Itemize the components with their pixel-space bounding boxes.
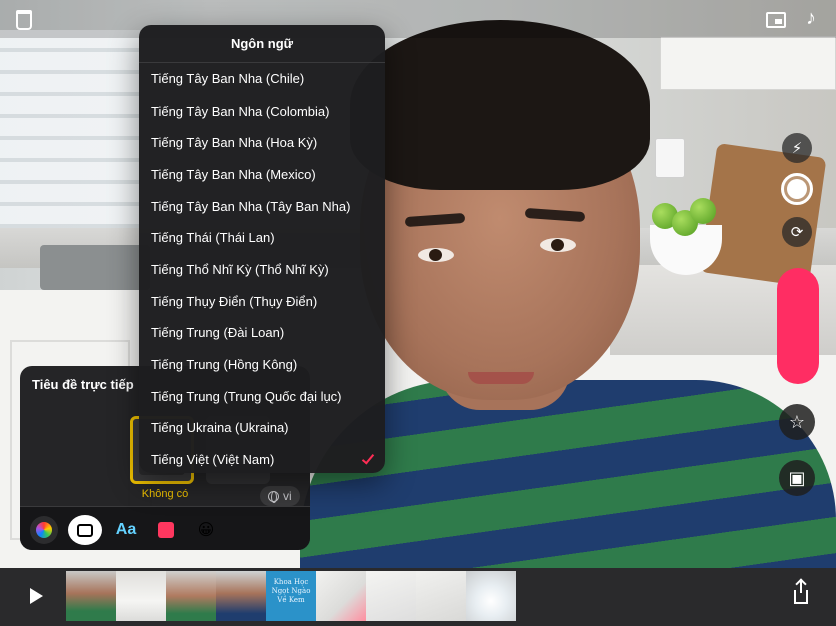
- play-icon[interactable]: [30, 588, 43, 604]
- emoji-button[interactable]: 😀: [192, 516, 220, 544]
- language-option[interactable]: Tiếng Thổ Nhĩ Kỳ (Thổ Nhĩ Kỳ): [139, 253, 385, 285]
- wall-outlet: [655, 138, 685, 178]
- text-button[interactable]: Aa: [112, 516, 140, 544]
- language-option-label: Tiếng Trung (Hồng Kông): [151, 357, 298, 373]
- shutter-icon[interactable]: [781, 173, 813, 205]
- timeline-clip[interactable]: [216, 571, 266, 621]
- share-icon[interactable]: [794, 580, 808, 604]
- upper-cabinet: [660, 36, 836, 90]
- language-list: Tiếng Tây Ban Nha (Chile) Tiếng Tây Ban N…: [139, 63, 385, 473]
- flash-icon[interactable]: ⚡: [782, 133, 812, 163]
- music-icon[interactable]: ♪: [806, 8, 816, 28]
- speech-bubble-icon: [77, 523, 93, 537]
- trash-icon[interactable]: [16, 10, 32, 30]
- live-titles-heading: Tiêu đề trực tiếp: [32, 377, 134, 392]
- language-option[interactable]: Tiếng Trung (Hồng Kông): [139, 348, 385, 380]
- timeline-title-clip[interactable]: Khoa Học Ngọt Ngào Về Kem: [266, 571, 316, 621]
- language-option-label: Tiếng Việt (Việt Nam): [151, 452, 275, 468]
- record-button[interactable]: [777, 268, 819, 384]
- title-style-label: Không có: [141, 488, 189, 500]
- timeline-clip[interactable]: [316, 571, 366, 621]
- live-titles-button[interactable]: [68, 515, 102, 545]
- language-option[interactable]: Tiếng Thái (Thái Lan): [139, 221, 385, 253]
- language-option-label: Tiếng Ukraina (Ukraina): [151, 420, 289, 436]
- language-code: vi: [283, 489, 292, 503]
- language-option[interactable]: Tiếng Trung (Trung Quốc đại lục): [139, 380, 385, 412]
- top-bar: [0, 0, 836, 38]
- apple: [690, 198, 716, 224]
- language-option-label: Tiếng Tây Ban Nha (Hoa Kỳ): [151, 135, 318, 151]
- kitchen-window: [0, 30, 140, 230]
- timeline-clip[interactable]: [466, 571, 516, 621]
- person-hair: [350, 20, 650, 190]
- color-wheel-icon: [36, 522, 52, 538]
- language-option-label: Tiếng Thổ Nhĩ Kỳ (Thổ Nhĩ Kỳ): [151, 261, 329, 277]
- mouth: [468, 372, 534, 384]
- timeline-clip[interactable]: [116, 571, 166, 621]
- sticker-icon: [158, 522, 174, 538]
- timeline-clip[interactable]: [416, 571, 466, 621]
- eye: [540, 238, 576, 252]
- effects-toolbar: Aa 😀: [20, 506, 310, 550]
- language-option-label: Tiếng Tây Ban Nha (Colombia): [151, 103, 330, 119]
- sink: [40, 245, 150, 290]
- photo-library-icon[interactable]: ▣: [779, 460, 815, 496]
- stickers-button[interactable]: [152, 516, 180, 544]
- language-option[interactable]: Tiếng Tây Ban Nha (Mexico): [139, 158, 385, 190]
- timeline-clip[interactable]: [366, 571, 416, 621]
- language-option-label: Tiếng Tây Ban Nha (Mexico): [151, 166, 316, 182]
- globe-icon: [268, 490, 279, 503]
- cutting-board: [699, 142, 827, 288]
- language-option[interactable]: Tiếng Trung (Đài Loan): [139, 317, 385, 349]
- language-option[interactable]: Tiếng Tây Ban Nha (Colombia): [139, 95, 385, 127]
- language-option-label: Tiếng Trung (Đài Loan): [151, 325, 285, 341]
- language-button[interactable]: vi: [260, 486, 300, 506]
- language-option[interactable]: Tiếng Việt (Việt Nam): [139, 443, 385, 473]
- timeline-bar: Khoa Học Ngọt Ngào Về Kem: [0, 568, 836, 626]
- language-option[interactable]: Tiếng Tây Ban Nha (Tây Ban Nha): [139, 190, 385, 222]
- filters-button[interactable]: [30, 516, 58, 544]
- screen-icon[interactable]: [766, 12, 786, 28]
- language-option[interactable]: Tiếng Tây Ban Nha (Chile): [139, 63, 385, 95]
- checkmark-icon: [361, 451, 375, 465]
- timeline-clip[interactable]: [166, 571, 216, 621]
- language-option-label: Tiếng Thái (Thái Lan): [151, 230, 275, 246]
- language-option[interactable]: Tiếng Thụy Điển (Thụy Điển): [139, 285, 385, 317]
- language-option-label: Tiếng Thụy Điển (Thụy Điển): [151, 293, 318, 309]
- language-menu: Ngôn ngữ Tiếng Tây Ban Nha (Chile) Tiếng …: [139, 25, 385, 473]
- language-option-label: Tiếng Trung (Trung Quốc đại lục): [151, 388, 342, 404]
- flip-camera-icon[interactable]: ⟳: [782, 217, 812, 247]
- language-option[interactable]: Tiếng Tây Ban Nha (Hoa Kỳ): [139, 126, 385, 158]
- language-option[interactable]: Tiếng Ukraina (Ukraina): [139, 412, 385, 444]
- language-option-label: Tiếng Tây Ban Nha (Tây Ban Nha): [151, 198, 351, 214]
- effects-star-icon[interactable]: ☆: [779, 404, 815, 440]
- eye: [418, 248, 454, 262]
- language-option-label: Tiếng Tây Ban Nha (Chile): [151, 71, 305, 87]
- language-menu-title: Ngôn ngữ: [139, 25, 385, 63]
- timeline-clip[interactable]: [66, 571, 116, 621]
